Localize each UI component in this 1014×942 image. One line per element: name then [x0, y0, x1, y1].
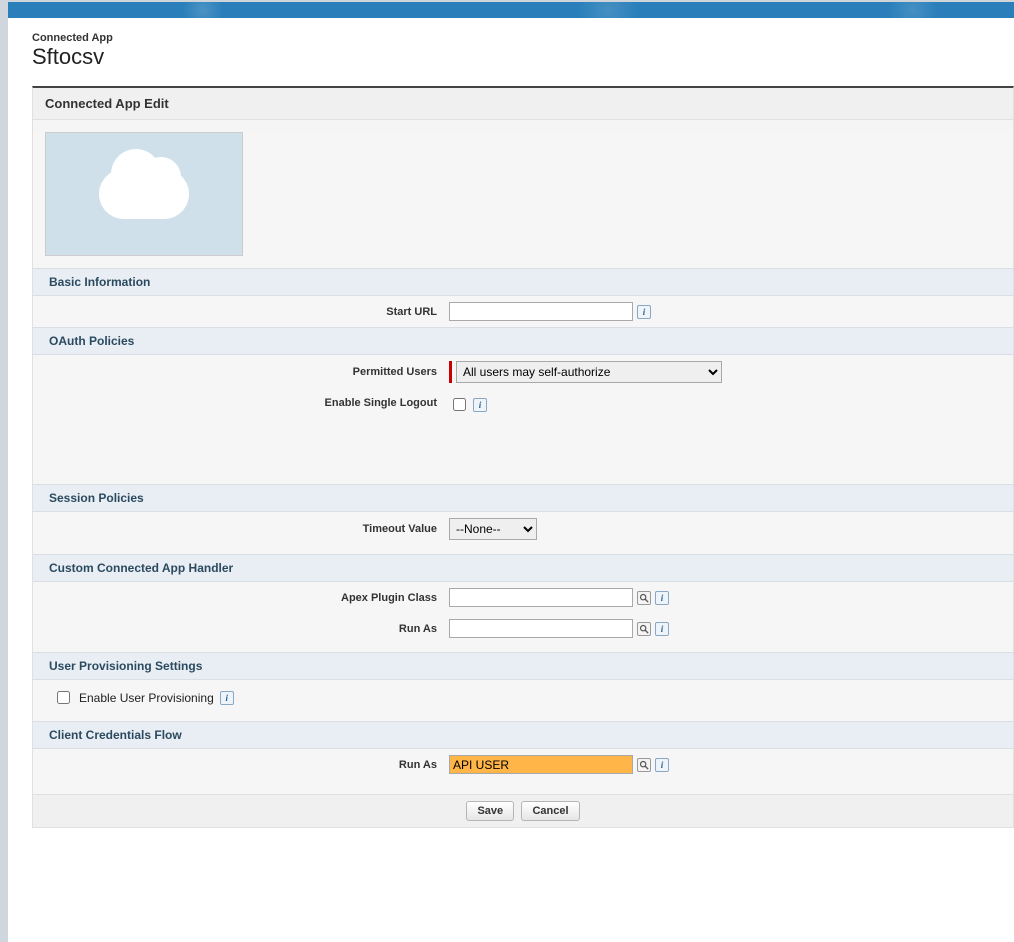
- breadcrumb: Connected App: [10, 18, 1014, 44]
- section-basic-information: Basic Information: [33, 268, 1013, 296]
- page-title: Sftocsv: [10, 44, 1014, 78]
- enable-user-provisioning-label: Enable User Provisioning: [79, 691, 214, 705]
- info-icon[interactable]: i: [637, 305, 651, 319]
- save-button[interactable]: Save: [466, 801, 514, 821]
- enable-slo-checkbox[interactable]: [453, 398, 466, 411]
- lookup-icon[interactable]: [637, 591, 651, 605]
- cloud-icon: [99, 169, 189, 219]
- section-user-provisioning: User Provisioning Settings: [33, 652, 1013, 680]
- app-logo: [45, 132, 243, 256]
- info-icon[interactable]: i: [655, 591, 669, 605]
- timeout-value-label: Timeout Value: [41, 523, 449, 535]
- permitted-users-select[interactable]: All users may self-authorize: [456, 361, 722, 383]
- permitted-users-label: Permitted Users: [41, 366, 449, 378]
- start-url-label: Start URL: [41, 306, 449, 318]
- apex-plugin-class-input[interactable]: [449, 588, 633, 607]
- info-icon[interactable]: i: [655, 758, 669, 772]
- cancel-button[interactable]: Cancel: [521, 801, 579, 821]
- section-oauth-policies: OAuth Policies: [33, 327, 1013, 355]
- connected-app-panel: Connected App Edit Basic Information Sta…: [32, 86, 1014, 828]
- handler-run-as-input[interactable]: [449, 619, 633, 638]
- info-icon[interactable]: i: [220, 691, 234, 705]
- section-session-policies: Session Policies: [33, 484, 1013, 512]
- top-banner: [0, 0, 1014, 18]
- timeout-value-select[interactable]: --None--: [449, 518, 537, 540]
- lookup-icon[interactable]: [637, 758, 651, 772]
- client-cred-run-as-input[interactable]: [449, 755, 633, 774]
- info-icon[interactable]: i: [655, 622, 669, 636]
- lookup-icon[interactable]: [637, 622, 651, 636]
- button-bar: Save Cancel: [33, 794, 1013, 827]
- handler-run-as-label: Run As: [41, 623, 449, 635]
- enable-slo-label: Enable Single Logout: [41, 395, 449, 409]
- enable-user-provisioning-checkbox[interactable]: [57, 691, 70, 704]
- section-client-credentials: Client Credentials Flow: [33, 721, 1013, 749]
- start-url-input[interactable]: [449, 302, 633, 321]
- client-cred-run-as-label: Run As: [41, 759, 449, 771]
- required-indicator: [449, 361, 452, 383]
- apex-plugin-class-label: Apex Plugin Class: [41, 592, 449, 604]
- info-icon[interactable]: i: [473, 398, 487, 412]
- section-custom-handler: Custom Connected App Handler: [33, 554, 1013, 582]
- panel-title: Connected App Edit: [33, 88, 1013, 120]
